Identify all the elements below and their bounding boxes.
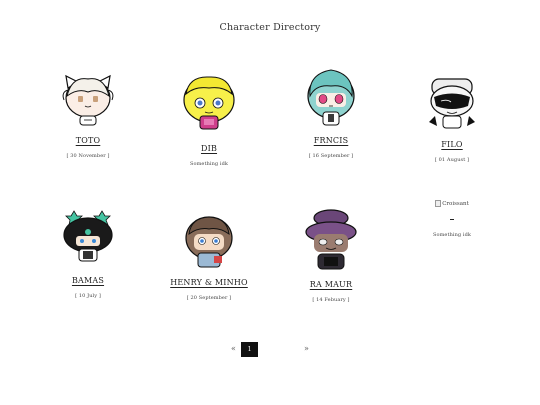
character-date-frncis: [ 16 September ] [308,153,354,159]
pagination-prev[interactable]: « [231,344,236,353]
character-caption-croissant: Something idk [432,232,472,238]
henry-minho-avatar-icon[interactable] [181,212,237,270]
character-date-ra-maur: [ 14 Febuary ] [312,297,350,303]
character-date-bamas: [ 10 July ] [75,293,101,299]
filo-avatar-icon[interactable] [423,74,481,132]
character-name-dib[interactable]: DIB [201,144,217,153]
character-date-toto: [ 30 November ] [66,153,110,159]
ra-maur-avatar-icon[interactable] [302,208,360,272]
character-name-filo[interactable]: FILO [441,140,462,149]
character-name-bamas[interactable]: BAMAS [72,276,104,285]
croissant-alt-text: Croissant [442,200,469,207]
character-card-filo: FILO [ 01 August ] [392,74,512,163]
character-name-toto[interactable]: TOTO [76,136,101,145]
character-card-bamas: BAMAS [ 10 July ] [28,208,148,299]
character-name-ra-maur[interactable]: RA MAUR [310,280,352,289]
frncis-avatar-icon[interactable] [302,66,360,128]
character-name-frncis[interactable]: FRNCIS [314,136,349,145]
bamas-avatar-icon[interactable] [59,208,117,264]
character-name-henry-minho[interactable]: HENRY & MINHO [170,278,248,287]
page-title: Character Directory [219,22,321,33]
character-caption-dib: Something idk [189,161,229,167]
pagination-page-1[interactable]: 1 [241,342,258,357]
character-card-croissant: Croissant Something idk [392,192,512,238]
character-card-toto: TOTO [ 30 November ] [28,70,148,159]
toto-avatar-icon[interactable] [58,70,118,128]
character-card-henry-minho: HENRY & MINHO [ 20 September ] [149,212,269,301]
character-card-frncis: FRNCIS [ 16 September ] [271,66,391,159]
broken-image-icon [435,200,442,207]
character-name-croissant[interactable] [450,219,454,220]
character-date-henry-minho: [ 20 September ] [186,295,232,301]
croissant-broken-image[interactable]: Croissant [435,199,469,208]
pagination-next[interactable]: » [304,344,309,353]
character-card-ra-maur: RA MAUR [ 14 Febuary ] [271,208,391,303]
dib-avatar-icon[interactable] [179,72,239,132]
pagination: « 1 » [0,342,540,358]
character-date-filo: [ 01 August ] [434,157,470,163]
character-card-dib: DIB Something idk [149,72,269,167]
